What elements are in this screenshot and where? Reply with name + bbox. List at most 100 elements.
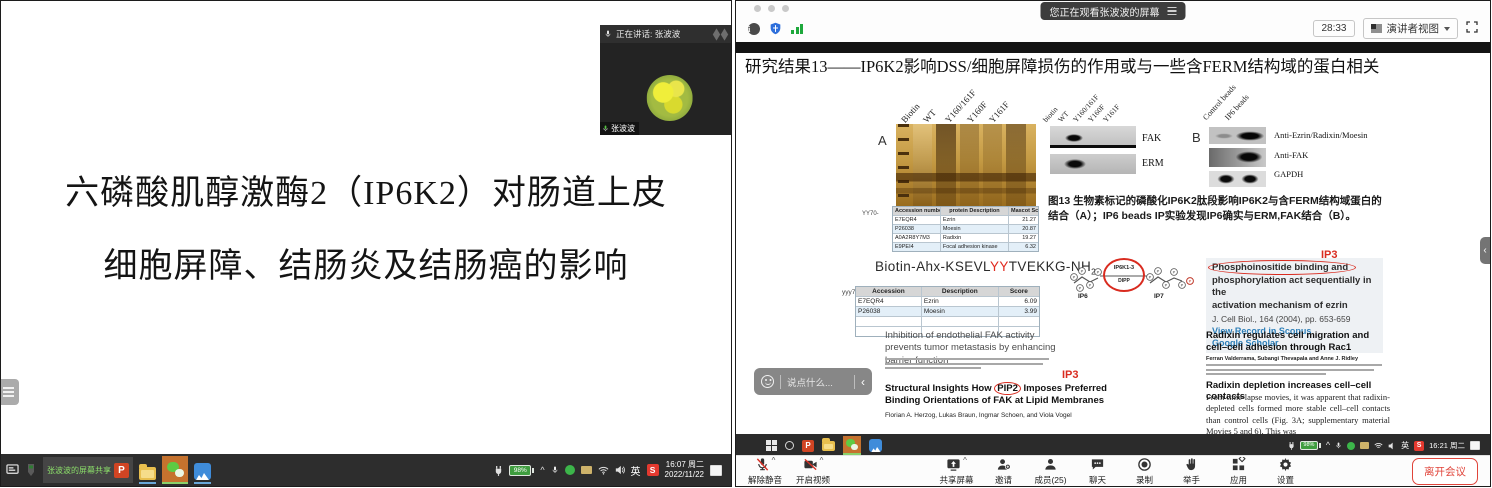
table-cell: Moesin [941,225,1009,233]
gapdh-blot-image [1209,171,1266,187]
speaker-video-tile[interactable]: 正在讲话: 张波波 张波波 [600,25,732,135]
toolbar-item-settings[interactable]: 设置 [1269,457,1303,486]
view-mode-button[interactable]: 演讲者视图 [1363,18,1459,39]
citation-title-line1: Phosphoinositide binding and [1212,262,1377,275]
meeting-window-icon[interactable] [6,464,19,476]
redacted-author-lines [885,358,1051,372]
annotation-tool-icon[interactable] [25,463,37,477]
enzyme-red-circle [1103,258,1145,292]
sidebar-collapse-tab[interactable]: ‹ [1480,237,1490,264]
svg-text:P: P [1089,283,1092,288]
blot-lane-labels-b: Control beadsIP6 beads [1210,112,1254,124]
fullscreen-button[interactable] [1466,20,1478,38]
leave-meeting-button[interactable]: 离开会议 [1412,458,1478,485]
toolbar-item-raise-hand[interactable]: 举手 [1175,457,1209,486]
table-header-cell: protein Description [941,207,1009,215]
watching-banner[interactable]: 您正在观看张波波的屏幕 [1041,2,1186,20]
powerpoint-icon: P [114,463,129,478]
blue-app-icon [869,439,882,452]
table-row: P26038Moesin20.87 [893,225,1038,234]
powerpoint-icon: P [802,440,814,452]
notification-center-icon[interactable] [710,465,722,476]
blot-label-fak: FAK [1142,133,1161,144]
table-cell: Focal adhesion kinase [941,243,1009,251]
table-cell: Moesin [922,307,999,316]
screenshot-frame: 六磷酸肌醇激酶2（IP6K2）对肠道上皮 细胞屏障、结肠炎及结肠癌的影响 正在讲… [0,0,1492,488]
table-cell: Ezrin [922,297,999,306]
table-cell: 19.27 [1009,234,1038,242]
window-controls[interactable] [754,5,789,12]
meeting-info-icon[interactable]: i [748,23,760,35]
banner-menu-icon[interactable] [1168,7,1177,16]
toolbar-item-record[interactable]: 录制 [1128,457,1162,486]
video-tile-topbar: 正在讲话: 张波波 [600,25,732,43]
toolbar-item-video-off[interactable]: ^ 开启视频 [796,457,830,486]
sequence-side-label: YY70- [862,211,879,217]
wechat-task-icon [843,436,861,455]
emoji-icon[interactable] [761,375,774,388]
table-cell: 6.09 [999,297,1039,306]
power-plug-icon [1288,441,1295,450]
chevron-up-icon[interactable]: ^ [772,457,776,465]
chat-placeholder[interactable]: 说点什么... [787,375,848,389]
green-app-tray-icon[interactable] [565,465,575,475]
chevron-up-icon[interactable]: ^ [820,457,824,465]
battery-indicator[interactable]: 98% [509,465,534,476]
input-method-indicator: 英 [1401,440,1409,451]
viewer-titlebar: 您正在观看张波波的屏幕 i 28:33 演讲者视图 [736,1,1490,42]
tray-folder-icon[interactable] [581,466,592,474]
toolbar-item-label: 成员(25) [1034,474,1066,486]
blot-label: Anti-Ezrin/Radixin/Moesin [1274,130,1368,140]
chat-input-bubble[interactable]: 说点什么... ‹ [754,368,872,395]
screen-share-task[interactable]: 张波波的屏幕共享 P [43,457,133,483]
toolbar-item-label: 开启视频 [796,474,830,486]
left-taskbar: 张波波的屏幕共享 P 98% ^ 英 S [1,454,731,486]
chevron-up-icon[interactable]: ^ [963,457,967,465]
blot-label: Anti-FAK [1274,150,1368,160]
input-method-indicator[interactable]: 英 [631,463,641,478]
taskbar-app-explorer[interactable] [139,456,156,484]
table-header-row: Accession numberprotein DescriptionMasco… [893,207,1038,216]
toolbar-item-participants[interactable]: 成员(25) [1034,457,1068,486]
table-header-row: AccessionDescriptionScore [856,287,1039,297]
battery-percent: 98% [509,465,531,476]
anti-erm-blot-image [1209,127,1266,144]
speaker-icon[interactable] [615,465,625,475]
toolbar-item-share-screen[interactable]: ^ 共享屏幕 [940,457,974,486]
blot-label-erm: ERM [1142,158,1164,169]
share-task-label: 张波波的屏幕共享 [47,465,111,476]
toolbar-item-chat[interactable]: 聊天 [1081,457,1115,486]
collapse-chat-icon[interactable]: ‹ [861,376,865,388]
toolbar-item-label: 设置 [1277,474,1294,486]
ip6-ip7-pathway-diagram: PPPPP PPPPP P IP6K1-3 DIPP IP6 IP7 [1066,257,1198,305]
toolbar-item-mic-muted[interactable]: ^ 解除静音 [748,457,782,486]
connection-stats-icon[interactable] [791,24,803,34]
redacted-affiliation-lines [1206,364,1384,378]
clock[interactable]: 16:07 周二 2022/11/22 [665,460,704,480]
file-explorer-icon [822,441,835,451]
toolbar-item-invite[interactable]: 邀请 [987,457,1021,486]
taskbar-app-blue[interactable] [194,456,211,484]
toolbar-item-apps[interactable]: 应用 [1222,457,1256,486]
tray-mic-icon[interactable] [551,465,559,475]
panel-b-label: B [1192,130,1201,145]
lane-label: IP6 beads [1223,100,1247,124]
security-shield-icon[interactable] [769,22,782,35]
floating-menu-handle[interactable] [0,379,19,405]
table-cell: P26038 [856,307,922,316]
clock-date: 2022/11/22 [665,470,704,479]
ip3-annotation-2: IP3 [1062,369,1079,381]
taskbar-app-wechat[interactable] [162,456,188,484]
tray-folder-icon [1360,442,1369,449]
svg-text:P: P [1173,270,1176,275]
gel-marker-lane [898,124,909,206]
meeting-timer: 28:33 [1313,20,1354,37]
lane-label: Biotin [899,102,923,126]
sogou-ime-icon[interactable]: S [647,464,659,476]
tray-expand-icon[interactable]: ^ [540,466,544,475]
tray-mic-icon [1335,441,1342,450]
table-row: A0A2R8Y7M3Radixin19.27 [893,234,1038,243]
table-cell: 3.99 [999,307,1039,316]
sogou-ime-icon: S [1414,441,1424,451]
wifi-icon[interactable] [598,466,609,475]
